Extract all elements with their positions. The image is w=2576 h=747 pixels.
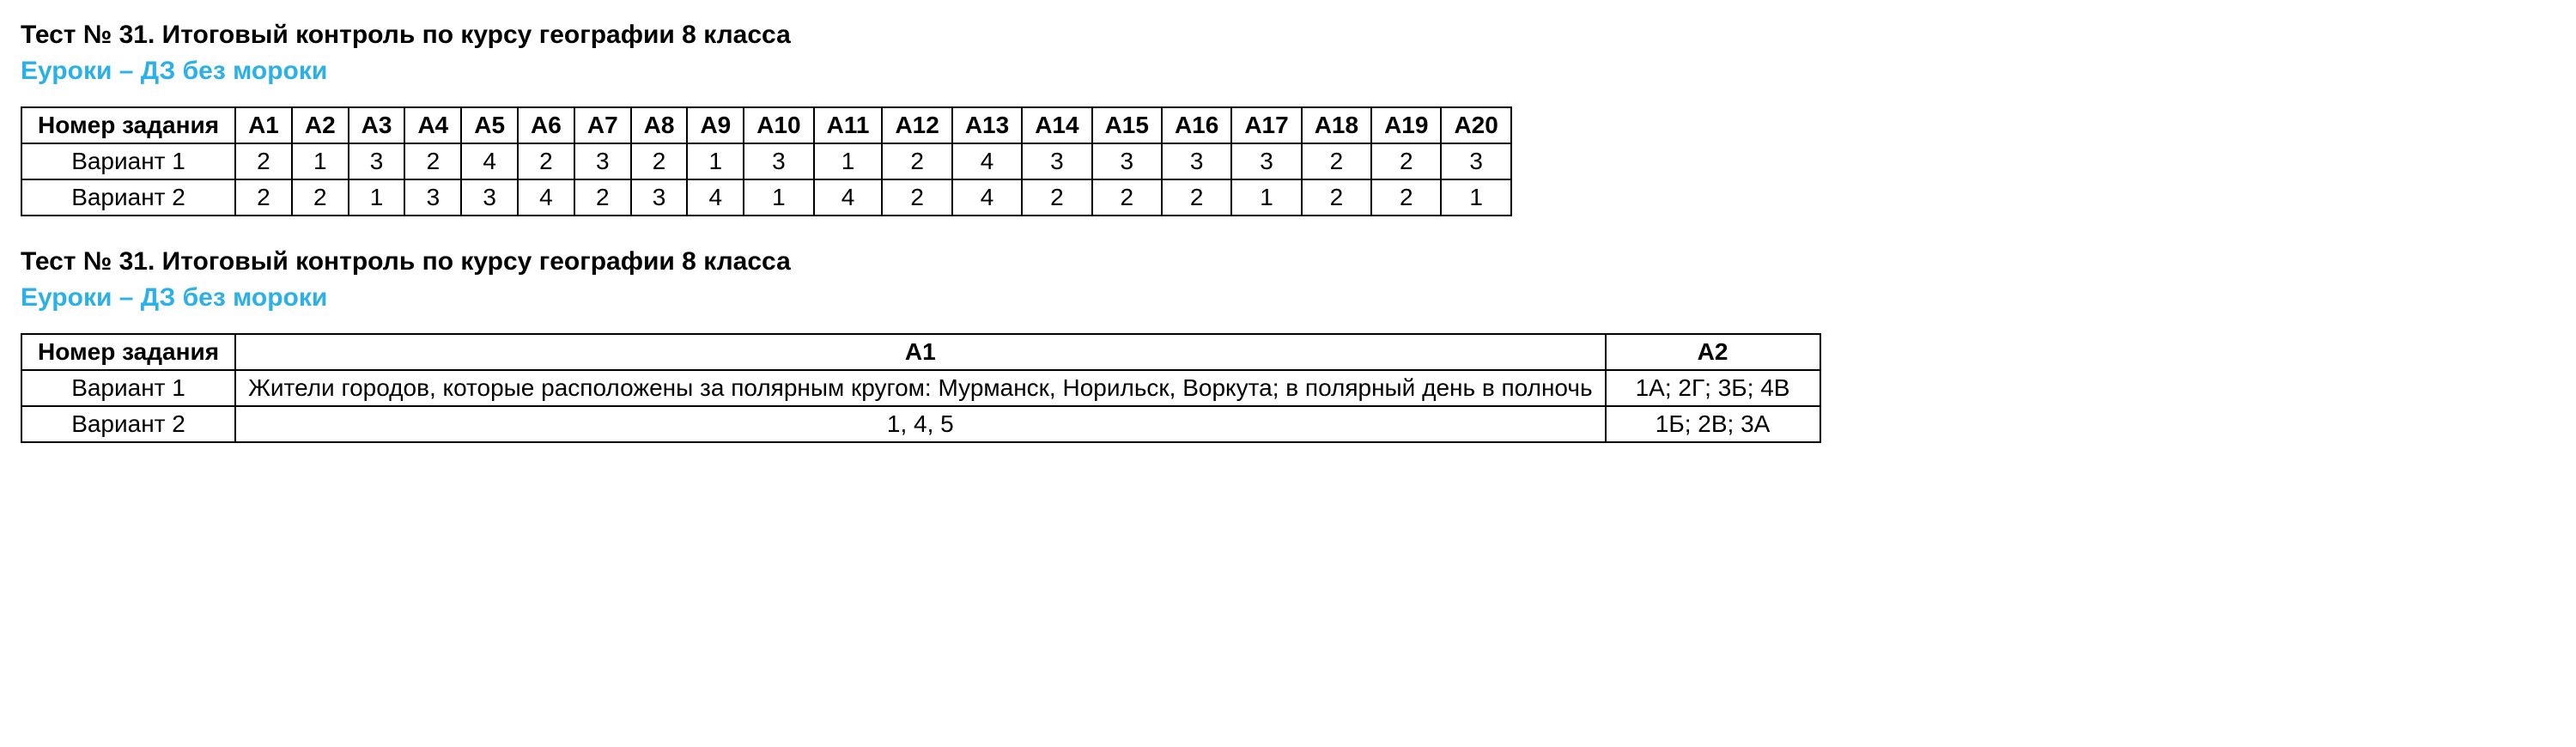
table-header-cell: А17: [1231, 107, 1301, 143]
row-label: Вариант 1: [21, 370, 235, 406]
table-cell: 4: [814, 179, 883, 216]
table-header-cell: А13: [952, 107, 1022, 143]
table-cell: 2: [1371, 143, 1441, 179]
table-cell: 1: [1231, 179, 1301, 216]
table-header-cell: А1: [235, 107, 292, 143]
table-cell: 2: [574, 179, 631, 216]
table-header-cell: А1: [235, 334, 1605, 370]
table-cell: 3: [1231, 143, 1301, 179]
row-label: Вариант 2: [21, 179, 235, 216]
table-cell: 4: [952, 143, 1022, 179]
table-header-row: Номер заданияА1А2А3А4А5А6А7А8А9А10А11А12…: [21, 107, 1511, 143]
table-header-cell: А14: [1022, 107, 1091, 143]
table-cell: 4: [518, 179, 574, 216]
table-cell: 2: [518, 143, 574, 179]
table-row: Вариант 121324232131243333223: [21, 143, 1511, 179]
table-header-cell: А2: [1606, 334, 1820, 370]
table-cell: 2: [1162, 179, 1231, 216]
table-cell: 1, 4, 5: [235, 406, 1605, 442]
table-cell: Жители городов, которые расположены за п…: [235, 370, 1605, 406]
table-cell: 2: [1302, 143, 1371, 179]
table-cell: 2: [1371, 179, 1441, 216]
table-cell: 2: [882, 143, 951, 179]
table-header-cell: А6: [518, 107, 574, 143]
section-2-title: Тест № 31. Итоговый контроль по курсу ге…: [21, 247, 2555, 276]
table-header-cell: А10: [744, 107, 813, 143]
table-header-cell: А4: [404, 107, 461, 143]
table-cell: 2: [1302, 179, 1371, 216]
table-row: Вариант 21, 4, 51Б; 2В; 3А: [21, 406, 1820, 442]
table-cell: 2: [1022, 179, 1091, 216]
table-header-cell: А5: [461, 107, 518, 143]
section-1-subtitle: Еуроки – ДЗ без мороки: [21, 57, 2555, 86]
section-2: Тест № 31. Итоговый контроль по курсу ге…: [21, 247, 2555, 443]
table-cell: 3: [349, 143, 405, 179]
table-cell: 3: [1441, 143, 1510, 179]
table-cell: 2: [404, 143, 461, 179]
table-header-cell: А7: [574, 107, 631, 143]
table-cell: 3: [1022, 143, 1091, 179]
table-cell: 2: [882, 179, 951, 216]
table-cell: 4: [461, 143, 518, 179]
table-header-cell: А11: [814, 107, 883, 143]
table-header-cell: А12: [882, 107, 951, 143]
table-header-first: Номер задания: [21, 107, 235, 143]
table-cell: 3: [574, 143, 631, 179]
table-cell: 1: [687, 143, 744, 179]
table-cell: 3: [744, 143, 813, 179]
row-label: Вариант 2: [21, 406, 235, 442]
table-header-cell: А8: [631, 107, 688, 143]
table-cell: 2: [235, 179, 292, 216]
table-header-row: Номер заданияА1А2: [21, 334, 1820, 370]
table-header-cell: А15: [1092, 107, 1162, 143]
table-cell: 1: [814, 143, 883, 179]
table-header-cell: А2: [292, 107, 349, 143]
table-header-cell: А3: [349, 107, 405, 143]
table-row: Вариант 222133423414242221221: [21, 179, 1511, 216]
table-header-cell: А19: [1371, 107, 1441, 143]
table-cell: 1А; 2Г; 3Б; 4В: [1606, 370, 1820, 406]
table-cell: 1Б; 2В; 3А: [1606, 406, 1820, 442]
table-cell: 1: [292, 143, 349, 179]
table-row: Вариант 1Жители городов, которые располо…: [21, 370, 1820, 406]
table-cell: 3: [461, 179, 518, 216]
table-cell: 1: [744, 179, 813, 216]
table-cell: 2: [631, 143, 688, 179]
table-cell: 2: [292, 179, 349, 216]
row-label: Вариант 1: [21, 143, 235, 179]
table-header-cell: А20: [1441, 107, 1510, 143]
table-cell: 2: [1092, 179, 1162, 216]
table-header-first: Номер задания: [21, 334, 235, 370]
table-1: Номер заданияА1А2А3А4А5А6А7А8А9А10А11А12…: [21, 106, 1512, 216]
table-cell: 3: [404, 179, 461, 216]
table-header-cell: А9: [687, 107, 744, 143]
table-cell: 4: [952, 179, 1022, 216]
table-cell: 3: [1092, 143, 1162, 179]
table-cell: 3: [631, 179, 688, 216]
table-2: Номер заданияА1А2Вариант 1Жители городов…: [21, 333, 1821, 443]
section-1: Тест № 31. Итоговый контроль по курсу ге…: [21, 21, 2555, 216]
table-header-cell: А16: [1162, 107, 1231, 143]
table-cell: 1: [1441, 179, 1510, 216]
table-header-cell: А18: [1302, 107, 1371, 143]
table-cell: 2: [235, 143, 292, 179]
table-cell: 1: [349, 179, 405, 216]
table-cell: 3: [1162, 143, 1231, 179]
table-cell: 4: [687, 179, 744, 216]
section-2-subtitle: Еуроки – ДЗ без мороки: [21, 283, 2555, 313]
section-1-title: Тест № 31. Итоговый контроль по курсу ге…: [21, 21, 2555, 50]
